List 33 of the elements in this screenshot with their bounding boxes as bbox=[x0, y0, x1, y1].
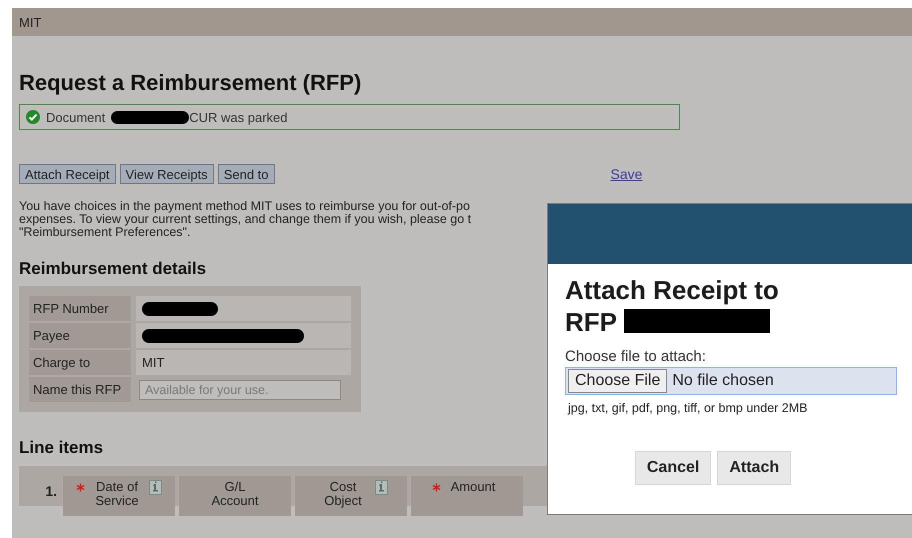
hint-text: jpg, txt, gif, pdf, png, tiff, or bmp under 2MB bbox=[568, 401, 808, 415]
action-button[interactable]: Send to bbox=[218, 164, 275, 184]
field-value: MIT bbox=[136, 350, 351, 375]
info-icon[interactable] bbox=[375, 480, 388, 495]
intro-text: You have choices in the payment method MIT uses to reimburse you for out-of-po expenses. To view your current settings, and change them if you wish, please go t "Reimbursement Preferences". bbox=[19, 200, 472, 239]
choose-file-button[interactable]: Choose File bbox=[568, 369, 668, 393]
dialog-button[interactable]: Attach bbox=[717, 451, 792, 485]
message-text: Document bbox=[46, 110, 106, 124]
file-input[interactable]: Choose File No file chosen bbox=[565, 367, 897, 395]
action-button[interactable]: View Receipts bbox=[120, 164, 214, 184]
column-header: Cost Object bbox=[295, 476, 407, 516]
field-label: Payee bbox=[29, 323, 131, 348]
page-title: Request a Reimbursement (RFP) bbox=[19, 70, 362, 96]
field-label: RFP Number bbox=[29, 296, 131, 321]
action-button[interactable]: Attach Receipt bbox=[19, 164, 116, 184]
column-header: Amount bbox=[411, 476, 523, 516]
row-number: 1. bbox=[44, 482, 57, 499]
section-heading: Reimbursement details bbox=[19, 259, 208, 279]
info-icon[interactable] bbox=[149, 480, 162, 495]
org-name: MIT bbox=[19, 14, 42, 30]
column-header: G/L Account bbox=[179, 476, 291, 516]
check-icon bbox=[26, 110, 40, 124]
message-text: CUR was parked bbox=[189, 110, 288, 124]
column-header: Date of Service bbox=[63, 476, 175, 516]
save-link[interactable]: Save bbox=[610, 166, 642, 182]
field-label: Charge to bbox=[29, 350, 131, 375]
dialog-button[interactable]: Cancel bbox=[634, 451, 712, 485]
file-status: No file chosen bbox=[672, 372, 774, 390]
dialog-title: Attach Receipt to RFP bbox=[565, 275, 779, 337]
section-heading: Line items bbox=[19, 438, 104, 458]
field-label: Choose file to attach: bbox=[565, 348, 707, 365]
name-input[interactable]: Available for your use. bbox=[139, 380, 341, 400]
field-label: Name this RFP bbox=[29, 377, 131, 402]
